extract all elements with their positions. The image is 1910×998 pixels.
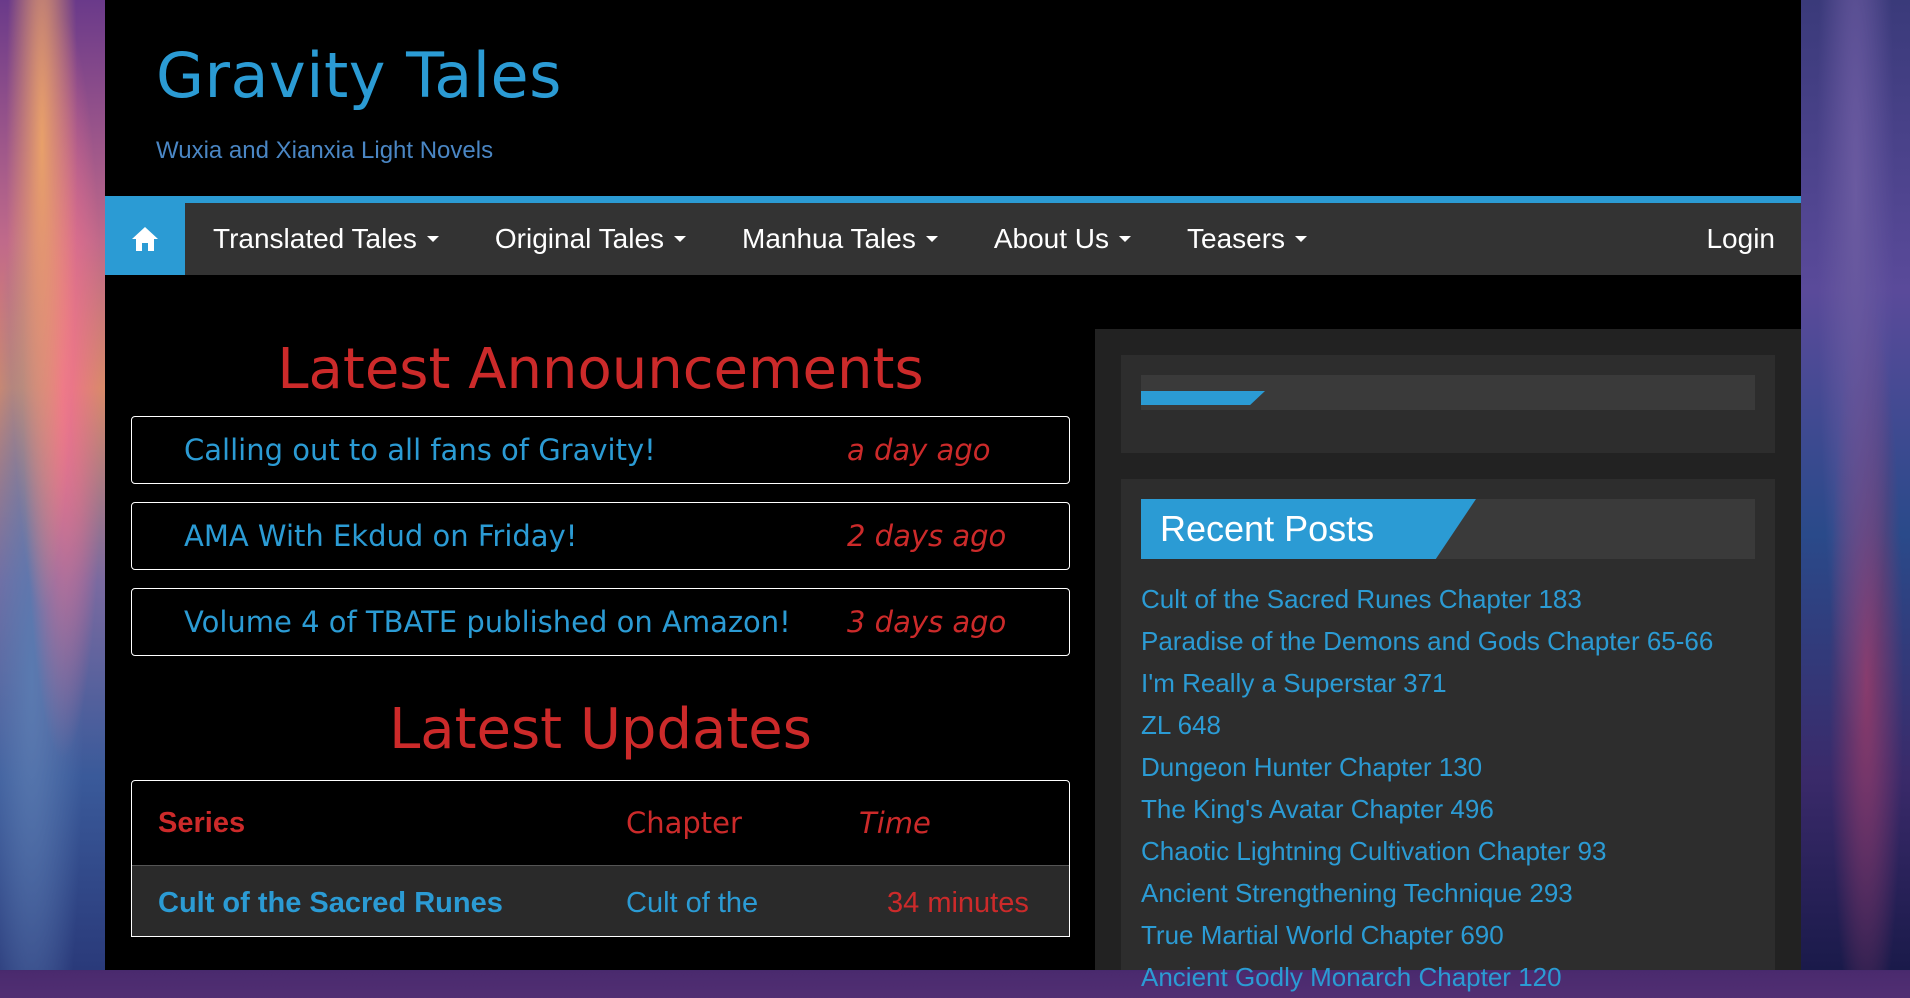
announcement-title[interactable]: Volume 4 of TBATE published on Amazon!	[184, 589, 791, 655]
announcement-item[interactable]: AMA With Ekdud on Friday! 2 days ago	[131, 502, 1070, 570]
home-icon	[132, 227, 158, 251]
widget-header-bar: Recent Posts	[1141, 499, 1755, 559]
recent-post-link[interactable]: Chaotic Lightning Cultivation Chapter 93	[1141, 830, 1713, 872]
site-title[interactable]: Gravity Tales	[156, 36, 562, 116]
main-navbar: Translated Tales Original Tales Manhua T…	[105, 196, 1801, 275]
recent-post-link[interactable]: Ancient Strengthening Technique 293	[1141, 872, 1713, 914]
nav-manhua-tales[interactable]: Manhua Tales	[714, 203, 966, 275]
row-chapter-link[interactable]: Cult of the	[626, 866, 758, 940]
main-content: Latest Announcements Calling out to all …	[131, 330, 1070, 937]
caret-down-icon	[1119, 236, 1132, 242]
nav-about-us[interactable]: About Us	[966, 203, 1159, 275]
column-header-time: Time	[859, 806, 931, 840]
sidebar-widget	[1121, 355, 1775, 453]
table-row: Cult of the Sacred Runes Cult of the 34 …	[132, 866, 1069, 936]
column-header-chapter: Chapter	[626, 806, 742, 840]
recent-posts-title: Recent Posts	[1141, 499, 1476, 559]
site-header: Gravity Tales Wuxia and Xianxia Light No…	[105, 0, 1801, 196]
announcement-title[interactable]: Calling out to all fans of Gravity!	[184, 417, 656, 483]
announcement-item[interactable]: Volume 4 of TBATE published on Amazon! 3…	[131, 588, 1070, 656]
announcement-time: a day ago	[847, 433, 991, 467]
recent-post-link[interactable]: The King's Avatar Chapter 496	[1141, 788, 1713, 830]
login-link[interactable]: Login	[1706, 203, 1775, 275]
caret-down-icon	[426, 236, 439, 242]
nav-label: Teasers	[1187, 223, 1286, 254]
announcement-time: 3 days ago	[847, 605, 1007, 639]
recent-posts-widget: Recent Posts Cult of the Sacred Runes Ch…	[1121, 479, 1775, 992]
recent-post-link[interactable]: ZL 648	[1141, 704, 1713, 746]
widget-header-accent	[1141, 391, 1265, 405]
caret-down-icon	[925, 236, 938, 242]
announcement-time: 2 days ago	[847, 519, 1007, 553]
nav-label: Original Tales	[494, 223, 665, 254]
widget-header-bar	[1141, 375, 1755, 410]
background-art-left	[0, 0, 105, 970]
nav-label: About Us	[993, 223, 1110, 254]
recent-posts-list: Cult of the Sacred Runes Chapter 183 Par…	[1141, 578, 1713, 998]
recent-post-link[interactable]: Cult of the Sacred Runes Chapter 183	[1141, 578, 1713, 620]
nav-label: Manhua Tales	[742, 223, 916, 254]
column-header-series: Series	[158, 807, 246, 839]
page-wrapper: Gravity Tales Wuxia and Xianxia Light No…	[105, 0, 1801, 992]
updates-table: Series Chapter Time Cult of the Sacred R…	[131, 780, 1070, 937]
background-art-right	[1801, 0, 1910, 970]
table-header-row: Series Chapter Time	[132, 781, 1069, 866]
home-button[interactable]	[105, 203, 185, 275]
sidebar: Recent Posts Cult of the Sacred Runes Ch…	[1095, 329, 1801, 992]
row-time: 34 minutes	[887, 887, 1029, 919]
caret-down-icon	[674, 236, 687, 242]
nav-teasers[interactable]: Teasers	[1159, 203, 1335, 275]
announcement-item[interactable]: Calling out to all fans of Gravity! a da…	[131, 416, 1070, 484]
recent-post-link[interactable]: Paradise of the Demons and Gods Chapter …	[1141, 620, 1713, 662]
announcements-heading: Latest Announcements	[277, 337, 924, 402]
nav-translated-tales[interactable]: Translated Tales	[185, 203, 467, 275]
announcement-title[interactable]: AMA With Ekdud on Friday!	[184, 503, 577, 569]
caret-down-icon	[1295, 236, 1308, 242]
nav-label: Translated Tales	[213, 223, 417, 254]
recent-post-link[interactable]: Dungeon Hunter Chapter 130	[1141, 746, 1713, 788]
row-series-link[interactable]: Cult of the Sacred Runes	[158, 866, 503, 940]
recent-post-link[interactable]: I'm Really a Superstar 371	[1141, 662, 1713, 704]
nav-menu: Translated Tales Original Tales Manhua T…	[185, 203, 1335, 275]
nav-original-tales[interactable]: Original Tales	[467, 203, 714, 275]
site-tagline: Wuxia and Xianxia Light Novels	[156, 137, 494, 164]
updates-heading: Latest Updates	[389, 697, 812, 762]
recent-post-link[interactable]: True Martial World Chapter 690	[1141, 914, 1713, 956]
recent-post-link[interactable]: Ancient Godly Monarch Chapter 120	[1141, 956, 1713, 998]
